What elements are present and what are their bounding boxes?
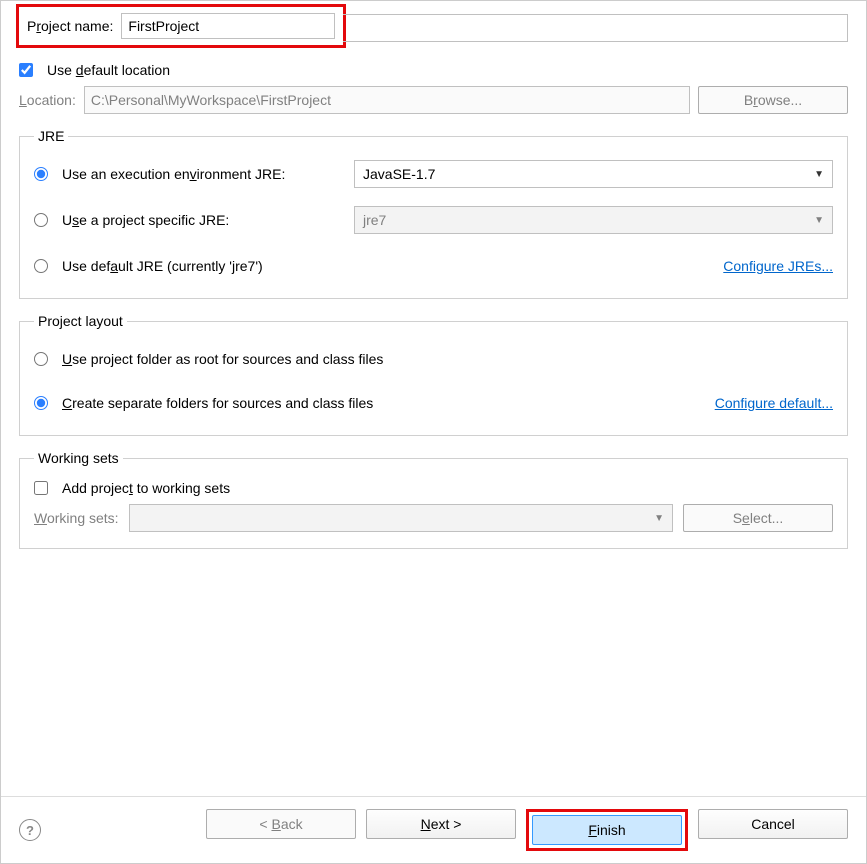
project-name-label: Project name: (27, 18, 113, 34)
configure-jres-link[interactable]: Configure JREs... (723, 258, 833, 274)
use-default-location-checkbox[interactable] (19, 63, 33, 77)
jre-project-specific-combo: jre7 ▼ (354, 206, 833, 234)
project-layout-legend: Project layout (34, 313, 127, 329)
chevron-down-icon: ▼ (814, 169, 824, 180)
jre-exec-env-value: JavaSE-1.7 (363, 166, 435, 182)
jre-legend: JRE (34, 128, 68, 144)
layout-root-radio-row[interactable]: Use project folder as root for sources a… (34, 351, 833, 367)
jre-project-specific-label: Use a project specific JRE: (62, 212, 229, 228)
jre-project-specific-radio-row[interactable]: Use a project specific JRE: (34, 212, 344, 228)
help-icon[interactable]: ? (19, 819, 41, 841)
jre-default-radio-row[interactable]: Use default JRE (currently 'jre7') (34, 258, 263, 274)
jre-project-specific-radio[interactable] (34, 213, 48, 227)
jre-exec-env-radio-row[interactable]: Use an execution environment JRE: (34, 166, 344, 182)
add-to-working-sets-checkbox[interactable] (34, 481, 48, 495)
jre-exec-env-label: Use an execution environment JRE: (62, 166, 285, 182)
footer-buttons: < Back Next > Finish Cancel (206, 809, 848, 851)
project-name-row: Project name: (19, 7, 848, 48)
chevron-down-icon: ▼ (654, 513, 664, 524)
jre-group: JRE Use an execution environment JRE: Ja… (19, 128, 848, 299)
configure-default-link[interactable]: Configure default... (715, 395, 833, 411)
select-working-sets-button: Select... (683, 504, 833, 532)
layout-separate-radio-row[interactable]: Create separate folders for sources and … (34, 395, 373, 411)
layout-separate-label: Create separate folders for sources and … (62, 395, 373, 411)
chevron-down-icon: ▼ (814, 215, 824, 226)
working-sets-group: Working sets Add project to working sets… (19, 450, 848, 549)
location-input (84, 86, 690, 114)
jre-default-label: Use default JRE (currently 'jre7') (62, 258, 263, 274)
location-label: Location: (19, 92, 76, 108)
finish-highlight: Finish (526, 809, 688, 851)
use-default-location-label: Use default location (47, 62, 170, 78)
location-section: Use default location Location: Browse... (19, 62, 848, 114)
project-name-input[interactable] (121, 13, 335, 39)
project-name-input-extension[interactable] (343, 14, 848, 42)
cancel-button[interactable]: Cancel (698, 809, 848, 839)
project-layout-group: Project layout Use project folder as roo… (19, 313, 848, 436)
layout-root-radio[interactable] (34, 352, 48, 366)
project-name-highlight: Project name: (16, 4, 346, 48)
add-to-working-sets-label: Add project to working sets (62, 480, 230, 496)
back-button: < Back (206, 809, 356, 839)
jre-default-radio[interactable] (34, 259, 48, 273)
layout-separate-radio[interactable] (34, 396, 48, 410)
dialog-content: Project name: Use default location Locat… (1, 1, 866, 796)
new-java-project-dialog: Project name: Use default location Locat… (0, 0, 867, 864)
working-sets-legend: Working sets (34, 450, 123, 466)
working-sets-combo: ▼ (129, 504, 673, 532)
finish-button[interactable]: Finish (532, 815, 682, 845)
dialog-footer: ? < Back Next > Finish Cancel (1, 796, 866, 863)
jre-exec-env-combo[interactable]: JavaSE-1.7 ▼ (354, 160, 833, 188)
next-button[interactable]: Next > (366, 809, 516, 839)
working-sets-label: Working sets: (34, 510, 119, 526)
jre-project-specific-value: jre7 (363, 212, 386, 228)
layout-root-label: Use project folder as root for sources a… (62, 351, 383, 367)
jre-exec-env-radio[interactable] (34, 167, 48, 181)
browse-button: Browse... (698, 86, 848, 114)
